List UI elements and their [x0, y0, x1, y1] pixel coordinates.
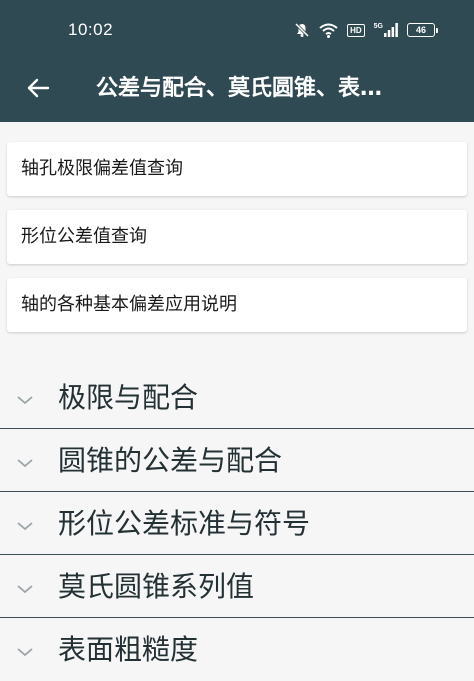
section-limits-fits[interactable]: 极限与配合 — [0, 367, 474, 429]
battery-icon: 46 — [407, 23, 438, 37]
battery-level: 46 — [407, 23, 435, 37]
chevron-down-icon — [16, 454, 34, 473]
status-time: 10:02 — [68, 20, 114, 39]
page-title: 公差与配合、莫氏圆锥、表… — [96, 76, 383, 101]
section-cone-tolerance[interactable]: 圆锥的公差与配合 — [0, 430, 474, 492]
section-morse-taper[interactable]: 莫氏圆锥系列值 — [0, 556, 474, 618]
section-form-position-standards[interactable]: 形位公差标准与符号 — [0, 493, 474, 555]
app-bar: 公差与配合、莫氏圆锥、表… — [0, 58, 474, 122]
section-label: 圆锥的公差与配合 — [58, 444, 283, 477]
chevron-down-icon — [16, 517, 34, 536]
section-surface-roughness[interactable]: 表面粗糙度 — [0, 619, 474, 681]
section-label: 形位公差标准与符号 — [58, 507, 311, 540]
bell-off-icon — [294, 22, 310, 38]
section-label: 极限与配合 — [58, 381, 199, 414]
link-shaft-hole-deviation[interactable]: 轴孔极限偏差值查询 — [7, 142, 467, 196]
link-basic-deviation-notes[interactable]: 轴的各种基本偏差应用说明 — [7, 278, 467, 332]
wifi-icon — [319, 23, 338, 38]
chevron-down-icon — [16, 643, 34, 662]
status-icons: HD 5G 46 — [294, 22, 438, 38]
section-label: 表面粗糙度 — [58, 633, 199, 666]
section-label: 莫氏圆锥系列值 — [58, 570, 255, 603]
hd-badge: HD — [347, 23, 365, 37]
status-bar: 10:02 HD 5G 46 — [0, 0, 474, 58]
link-form-position-tolerance[interactable]: 形位公差值查询 — [7, 210, 467, 264]
signal-icon: 5G — [374, 23, 398, 37]
network-type: 5G — [373, 23, 383, 30]
arrow-left-icon — [26, 76, 50, 104]
chevron-down-icon — [16, 391, 34, 410]
back-button[interactable] — [18, 70, 58, 110]
chevron-down-icon — [16, 580, 34, 599]
